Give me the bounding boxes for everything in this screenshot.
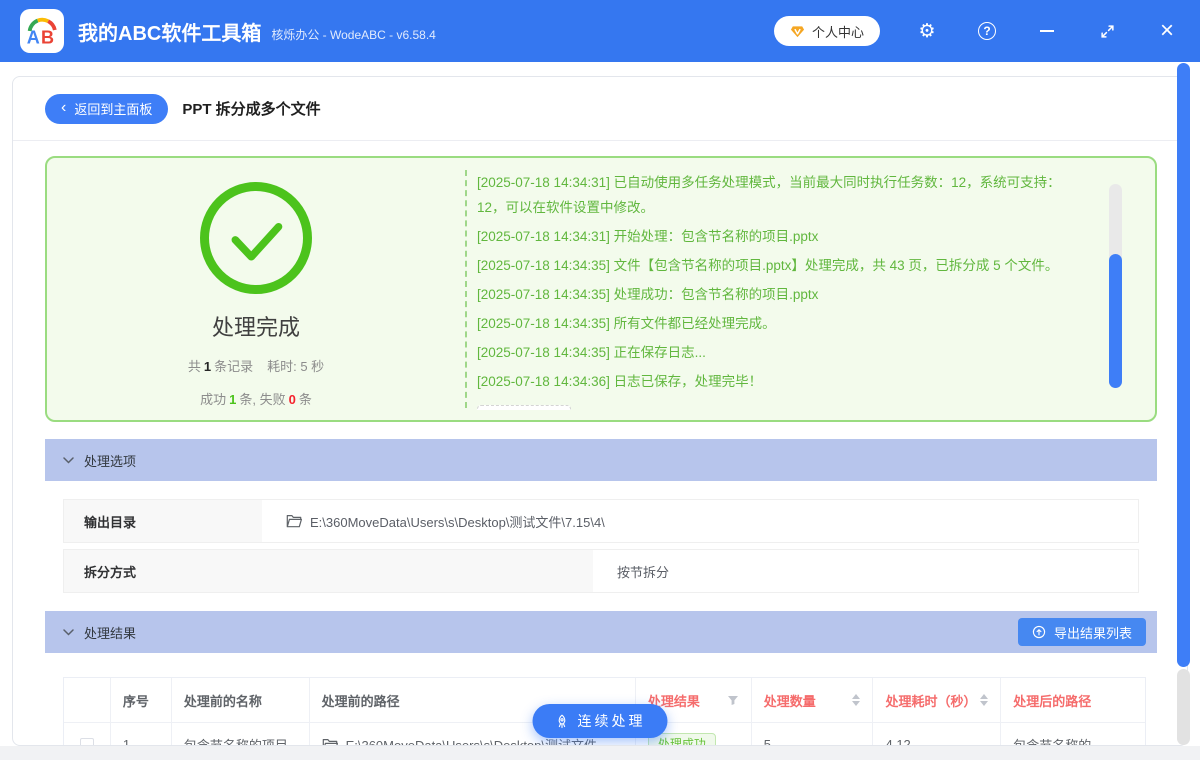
success-count: 1 (229, 392, 237, 407)
maximize-button[interactable] (1094, 18, 1120, 44)
user-center-button[interactable]: 个人中心 (773, 16, 880, 46)
row-elapsed: 4.12 (873, 723, 1002, 745)
header-elapsed[interactable]: 处理耗时（秒） (873, 678, 1002, 722)
log-entry: [2025-07-18 14:34:35] 所有文件都已经处理完成。 (477, 316, 776, 331)
split-mode-label: 拆分方式 (64, 550, 593, 592)
page-toolbar: ‹ 返回到主面板 PPT 拆分成多个文件 (13, 77, 1187, 141)
app-title: 我的ABC软件工具箱 (78, 22, 262, 45)
continue-processing-label: 连续处理 (577, 713, 646, 729)
minimize-icon (1040, 30, 1054, 32)
upload-circle-icon (1032, 625, 1046, 639)
log-divider (465, 170, 467, 408)
folder-icon (286, 515, 302, 528)
select-all-header-cell (64, 678, 111, 722)
export-results-button[interactable]: 导出结果列表 (1017, 618, 1146, 646)
row-checkbox[interactable] (79, 737, 94, 745)
section-header-options[interactable]: 处理选项 (45, 439, 1157, 481)
fail-count: 0 (288, 392, 296, 407)
app-logo-icon: A B (20, 9, 64, 53)
titlebar: A B 我的ABC软件工具箱 核烁办公 - WodeABC - v6.58.4 … (0, 0, 1200, 62)
log-entry: [2025-07-18 14:34:35] 正在保存日志... (477, 345, 706, 360)
row-name-before: 包含节名称的项目. (172, 723, 310, 745)
continue-processing-button[interactable]: 连续处理 (532, 704, 668, 738)
help-icon[interactable]: ? (974, 18, 1000, 44)
success-panel: 处理完成 共 1 条记录 耗时: 5 秒 成功 1 条, 失败 0 条 [2025-07-18… (45, 156, 1157, 422)
row-count: 5 (752, 723, 874, 745)
results-section-title: 处理结果 (84, 625, 137, 641)
result-summary: 处理完成 共 1 条记录 耗时: 5 秒 成功 1 条, 失败 0 条 (47, 158, 465, 420)
header-index: 序号 (111, 678, 172, 722)
header-path-after: 处理后的路径 (1013, 693, 1092, 709)
sort-arrows-icon[interactable] (980, 694, 989, 706)
chevron-down-icon (63, 628, 74, 636)
header-name-before: 处理前的名称 (172, 678, 310, 722)
back-button-label: 返回到主面板 (74, 102, 153, 117)
minimize-button[interactable] (1034, 18, 1060, 44)
page-title: PPT 拆分成多个文件 (182, 101, 321, 118)
output-dir-label: 输出目录 (64, 500, 262, 542)
log-scrollbar-thumb[interactable] (1109, 254, 1122, 388)
resize-diagonal-icon (1100, 24, 1114, 38)
svg-text:A: A (27, 27, 40, 47)
folder-icon (322, 738, 338, 745)
success-fail-line: 成功 1 条, 失败 0 条 (200, 392, 312, 407)
log-entry: [2025-07-18 14:34:36] 日志已保存，处理完毕！ (477, 374, 763, 389)
back-to-dashboard-button[interactable]: ‹ 返回到主面板 (45, 93, 169, 124)
page-scrollbar-thumb[interactable] (1177, 63, 1190, 667)
output-dir-row: 输出目录 E:\360MoveData\Users\s\Desktop\测试文件… (63, 499, 1139, 543)
close-button[interactable]: × (1154, 18, 1180, 44)
record-stats-line: 共 1 条记录 耗时: 5 秒 (187, 359, 325, 374)
log-entry: [2025-07-18 14:34:35] 处理成功：包含节名称的项目.pptx (477, 287, 819, 302)
total-count: 1 (203, 359, 212, 374)
success-check-icon (200, 182, 312, 294)
chevron-left-icon: ‹ (61, 98, 67, 116)
section-header-results[interactable]: 处理结果 导出结果列表 (45, 611, 1157, 653)
vip-diamond-icon (790, 24, 805, 39)
elapsed-value: 5 秒 (300, 359, 325, 374)
row-path-after: 包含节名称的 (1013, 738, 1092, 746)
page-scrollbar[interactable] (1177, 63, 1190, 745)
log-entry: [2025-07-18 14:34:31] 开始处理：包含节名称的项目.pptx (477, 229, 819, 244)
split-mode-value: 按节拆分 (617, 564, 670, 580)
header-count[interactable]: 处理数量 (752, 678, 874, 722)
export-log-button[interactable]: 导出日志 (477, 405, 572, 410)
app-subtitle: 核烁办公 - WodeABC - v6.58.4 (271, 27, 436, 42)
export-results-label: 导出结果列表 (1053, 625, 1132, 641)
settings-gear-icon[interactable]: ⚙ (914, 18, 940, 44)
svg-text:B: B (41, 27, 54, 47)
window-bottom-strip (0, 746, 1200, 760)
main-content-card: ‹ 返回到主面板 PPT 拆分成多个文件 处理完成 共 1 条记录 耗时: 5 秒 成… (12, 76, 1188, 746)
rocket-icon (555, 714, 570, 729)
log-entry: [2025-07-18 14:34:31] 已自动使用多任务处理模式，当前最大同… (477, 175, 1061, 215)
user-center-label: 个人中心 (811, 24, 864, 40)
row-checkbox-cell (64, 723, 111, 745)
options-section-title: 处理选项 (84, 453, 137, 469)
output-dir-value: E:\360MoveData\Users\s\Desktop\测试文件\7.15… (262, 500, 1138, 542)
status-title: 处理完成 (211, 315, 300, 340)
filter-funnel-icon[interactable] (727, 694, 739, 706)
sort-arrows-icon[interactable] (852, 694, 861, 706)
log-panel: [2025-07-18 14:34:31] 已自动使用多任务处理模式，当前最大同… (477, 170, 1089, 410)
export-log-label: 导出日志 (509, 409, 559, 410)
page-scrollbar-track[interactable] (1177, 669, 1190, 745)
log-entry: [2025-07-18 14:34:35] 文件【包含节名称的项目.pptx】处… (477, 258, 1059, 273)
split-mode-row: 拆分方式 按节拆分 (63, 549, 1139, 593)
chevron-down-icon (63, 456, 74, 464)
row-index: 1 (111, 723, 172, 745)
log-scrollbar[interactable] (1109, 184, 1122, 388)
